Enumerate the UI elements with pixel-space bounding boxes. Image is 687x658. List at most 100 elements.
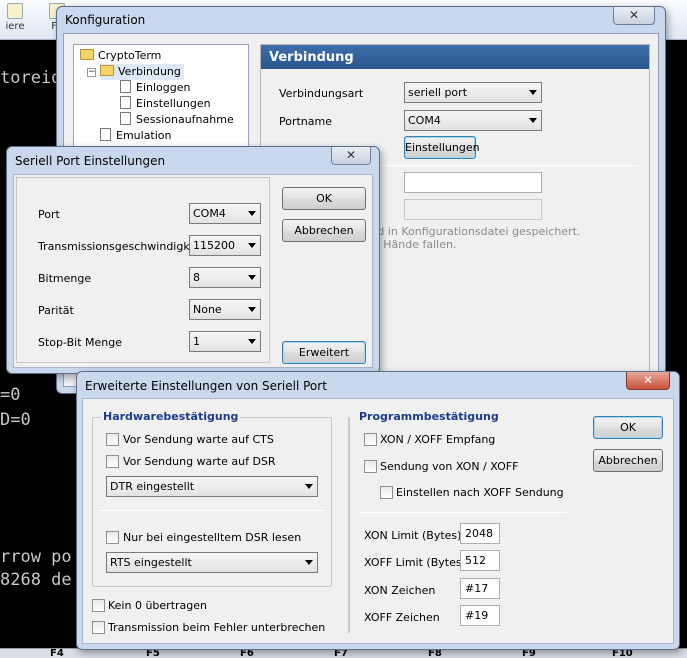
select-value: RTS eingestellt xyxy=(110,556,192,569)
cancel-button[interactable]: Abbrechen xyxy=(593,449,663,472)
close-icon: ✕ xyxy=(345,148,357,162)
stopbit-select[interactable]: 1 xyxy=(189,331,261,352)
chevron-down-icon xyxy=(529,90,537,95)
chevron-down-icon xyxy=(248,211,256,216)
hardware-group-title: Hardwarebestätigung xyxy=(101,410,241,423)
tree-label: Einstellungen xyxy=(136,97,211,110)
panel-hint-1: rd in Konfigurationsdatei gespeichert. xyxy=(373,225,581,238)
close-icon: ✕ xyxy=(642,373,654,387)
dtr-select[interactable]: DTR eingestellt xyxy=(106,476,318,497)
speed-label: Transmissionsgeschwindigkeit xyxy=(38,240,204,253)
close-button[interactable]: ✕ xyxy=(613,7,655,25)
divider xyxy=(99,510,325,511)
fkey-f7[interactable]: F7 xyxy=(334,649,348,658)
chevron-down-icon xyxy=(248,243,256,248)
advanced-button[interactable]: Erweitert xyxy=(282,341,366,364)
fkey-f4[interactable]: F4 xyxy=(50,649,64,658)
tree-item-cryptoterm[interactable]: CryptoTerm xyxy=(80,48,161,64)
tree-item-verbindung[interactable]: Verbindung xyxy=(100,64,184,80)
collapse-icon[interactable]: − xyxy=(87,68,96,77)
parity-select[interactable]: None xyxy=(189,299,261,320)
tree-label: Emulation xyxy=(116,129,172,142)
dsr-read-checkbox[interactable] xyxy=(106,531,119,544)
xon-limit-input[interactable]: 2048 xyxy=(460,523,500,544)
fkey-f10[interactable]: F10 xyxy=(612,649,633,658)
dsr-checkbox[interactable] xyxy=(106,455,119,468)
tree-label: Verbindung xyxy=(118,65,181,78)
dialog-client: Hardwarebestätigung Vor Sendung warte au… xyxy=(82,398,674,644)
folder-icon xyxy=(80,49,94,60)
xoff-limit-label: XOFF Limit (Bytes) xyxy=(364,556,466,569)
fkey-f5[interactable]: F5 xyxy=(146,649,160,658)
stopbit-label: Stop-Bit Menge xyxy=(38,336,122,349)
xoff-char-input[interactable]: #19 xyxy=(460,605,500,626)
page-icon xyxy=(120,112,131,125)
divider xyxy=(359,512,567,513)
xon-receive-checkbox[interactable] xyxy=(364,433,377,446)
chevron-down-icon xyxy=(529,118,537,123)
seriell-port-dialog: Seriell Port Einstellungen ✕ Port COM4 T… xyxy=(6,146,380,374)
tree-label: Einloggen xyxy=(136,81,191,94)
abort-error-label: Transmission beim Fehler unterbrechen xyxy=(108,621,326,634)
chevron-down-icon xyxy=(248,307,256,312)
dialog-title: Erweiterte Einstellungen von Seriell Por… xyxy=(85,379,327,393)
xon-send-label: Sendung von XON / XOFF xyxy=(380,460,519,473)
cts-checkbox[interactable] xyxy=(106,433,119,446)
erweitert-dialog: Erweiterte Einstellungen von Seriell Por… xyxy=(76,371,680,650)
terminal-line: 8268 de xyxy=(0,570,72,590)
tree-item-einstellungen[interactable]: Einstellungen xyxy=(120,96,211,112)
no-zero-checkbox[interactable] xyxy=(92,599,105,612)
xon-send-checkbox[interactable] xyxy=(364,460,377,473)
port-label: Port xyxy=(38,208,60,221)
xon-char-input[interactable]: #17 xyxy=(460,578,500,599)
fkey-f9[interactable]: F9 xyxy=(522,649,536,658)
panel-field-1[interactable] xyxy=(404,172,542,193)
xon-limit-label: XON Limit (Bytes) xyxy=(364,529,462,542)
portname-select[interactable]: COM4 xyxy=(404,110,542,131)
terminal-line: =0 xyxy=(0,385,21,405)
xoff-limit-input[interactable]: 512 xyxy=(460,550,500,571)
select-value: None xyxy=(193,303,222,316)
fkey-f6[interactable]: F6 xyxy=(240,649,254,658)
xon-char-label: XON Zeichen xyxy=(364,584,436,597)
xoff-char-label: XOFF Zeichen xyxy=(364,611,440,624)
page-icon xyxy=(120,80,131,93)
tree-item-einloggen[interactable]: Einloggen xyxy=(120,80,190,96)
ok-button[interactable]: OK xyxy=(593,416,663,439)
cts-label: Vor Sendung warte auf CTS xyxy=(123,433,274,446)
close-button[interactable]: ✕ xyxy=(331,147,371,165)
ok-button[interactable]: OK xyxy=(282,187,366,210)
abort-error-checkbox[interactable] xyxy=(92,621,105,634)
terminal-line: D=0 xyxy=(0,410,31,430)
panel-title: Verbindung xyxy=(261,45,649,69)
window-title: Konfiguration xyxy=(65,13,146,27)
dsr-read-label: Nur bei eingestelltem DSR lesen xyxy=(123,531,302,544)
speed-select[interactable]: 115200 xyxy=(189,235,261,256)
dsr-label: Vor Sendung warte auf DSR xyxy=(123,455,276,468)
page-icon xyxy=(100,128,111,141)
portname-label: Portname xyxy=(279,115,333,128)
xoff-after-checkbox[interactable] xyxy=(380,486,393,499)
select-value: 1 xyxy=(193,335,200,348)
einstellungen-button[interactable]: Einstellungen xyxy=(404,136,480,159)
select-value: seriell port xyxy=(408,86,468,99)
settings-group: Port COM4 Transmissionsgeschwindigkeit 1… xyxy=(16,177,270,363)
close-button[interactable]: ✕ xyxy=(626,372,670,390)
tree-item-emulation[interactable]: Emulation xyxy=(100,128,172,144)
panel-hint-2: e Hände fallen. xyxy=(373,238,457,251)
bits-select[interactable]: 8 xyxy=(189,267,261,288)
verbindungsart-select[interactable]: seriell port xyxy=(404,82,542,103)
software-group-title: Programmbestätigung xyxy=(357,410,501,423)
port-select[interactable]: COM4 xyxy=(189,203,261,224)
rts-select[interactable]: RTS eingestellt xyxy=(106,552,318,573)
fkey-f8[interactable]: F8 xyxy=(428,649,442,658)
page-icon xyxy=(120,96,131,109)
select-value: 115200 xyxy=(193,239,235,252)
xoff-after-label: Einstellen nach XOFF Sendung xyxy=(396,486,564,499)
cancel-button[interactable]: Abbrechen xyxy=(282,219,366,242)
tree-item-sessionaufnahme[interactable]: Sessionaufnahme xyxy=(120,112,234,128)
chevron-down-icon xyxy=(305,560,313,565)
software-group: Programmbestätigung XON / XOFF Empfang S… xyxy=(348,410,567,633)
close-icon: ✕ xyxy=(628,8,640,22)
select-value: 8 xyxy=(193,271,200,284)
